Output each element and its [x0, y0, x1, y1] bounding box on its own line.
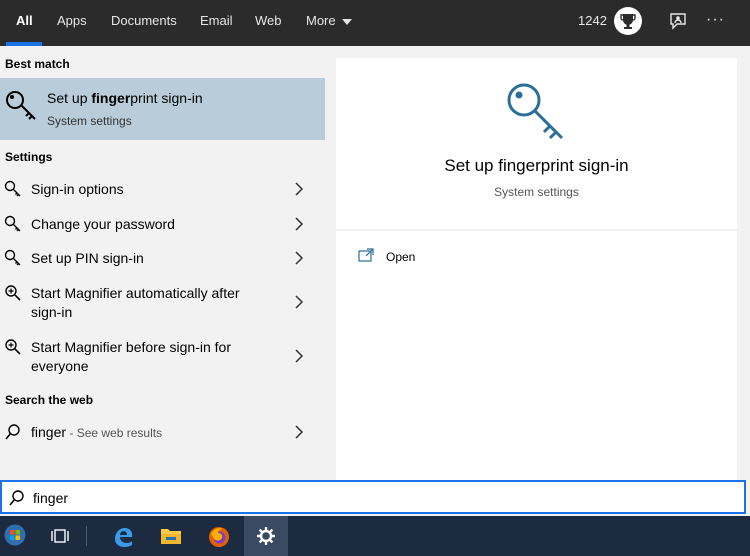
tab-more-label: More	[306, 13, 336, 28]
settings-item-magnifier-after-sign-in[interactable]: Start Magnifier automatically after sign…	[0, 280, 325, 324]
preview-divider	[336, 229, 737, 231]
best-match-title-highlight: finger	[91, 90, 131, 106]
preview-panel: Set up fingerprint sign-in System settin…	[336, 58, 737, 480]
windows-logo-icon	[4, 524, 26, 546]
taskbar-file-explorer[interactable]	[148, 516, 192, 556]
task-view-button[interactable]	[38, 516, 82, 556]
trophy-icon[interactable]	[614, 7, 642, 35]
taskbar-firefox[interactable]	[196, 516, 240, 556]
settings-item-label: Start Magnifier automatically after	[31, 285, 240, 301]
search-input[interactable]: finger	[33, 490, 68, 506]
preview-subtitle: System settings	[494, 185, 579, 199]
settings-item-pin-sign-in[interactable]: Set up PIN sign-in	[0, 245, 325, 271]
search-icon	[9, 490, 24, 506]
best-match-title: Set up fingerprint sign-in	[47, 90, 203, 106]
chevron-right-icon	[295, 349, 304, 363]
key-icon	[4, 249, 21, 266]
results-panel: Best match Set up fingerprint sign-in Sy…	[0, 46, 325, 480]
settings-item-label: Change your password	[31, 216, 175, 232]
feedback-icon[interactable]	[668, 11, 688, 31]
taskbar-edge[interactable]	[100, 516, 144, 556]
task-view-icon	[51, 529, 69, 543]
search-web-heading: Search the web	[5, 393, 94, 407]
tab-web[interactable]: Web	[255, 0, 282, 46]
tab-all[interactable]: All	[16, 0, 33, 46]
settings-item-magnifier-before-sign-in[interactable]: Start Magnifier before sign-in for every…	[0, 334, 325, 378]
settings-item-label-line2: sign-in	[31, 304, 73, 320]
tab-documents[interactable]: Documents	[111, 0, 177, 46]
best-match-title-suffix: print sign-in	[130, 90, 203, 106]
key-icon	[4, 88, 40, 122]
settings-item-label: Start Magnifier before sign-in for	[31, 339, 231, 355]
settings-item-label: Set up PIN sign-in	[31, 250, 144, 266]
settings-item-label-line2: everyone	[31, 358, 89, 374]
settings-item-sign-in-options[interactable]: Sign-in options	[0, 176, 325, 202]
web-result-text: finger - See web results	[31, 422, 162, 443]
taskbar-separator	[86, 526, 87, 546]
caret-down-icon	[341, 18, 352, 25]
chevron-right-icon	[295, 425, 304, 439]
search-filter-bar: All Apps Documents Email Web More 1242 ·…	[0, 0, 750, 46]
web-search-result[interactable]: finger - See web results	[0, 419, 325, 445]
web-results-hint: - See web results	[66, 426, 163, 440]
magnifier-icon	[5, 339, 21, 355]
settings-item-label: Sign-in options	[31, 181, 124, 197]
chevron-right-icon	[295, 251, 304, 265]
more-options-icon[interactable]: ···	[706, 0, 725, 40]
taskbar	[0, 516, 750, 556]
open-label: Open	[386, 250, 416, 264]
folder-icon	[161, 529, 181, 544]
open-icon	[358, 248, 374, 262]
chevron-right-icon	[295, 295, 304, 309]
tab-apps[interactable]: Apps	[57, 0, 87, 46]
settings-heading: Settings	[5, 150, 53, 164]
best-match-title-prefix: Set up	[47, 90, 92, 106]
edge-icon	[115, 528, 133, 547]
best-match-subtitle: System settings	[47, 114, 132, 128]
chevron-right-icon	[295, 217, 304, 231]
gear-icon	[257, 527, 275, 545]
key-icon	[4, 215, 21, 232]
chevron-right-icon	[295, 182, 304, 196]
tab-email[interactable]: Email	[200, 0, 233, 46]
key-icon	[4, 180, 21, 197]
taskbar-settings[interactable]	[244, 516, 288, 556]
firefox-icon	[209, 527, 229, 547]
tab-more[interactable]: More	[306, 0, 352, 46]
magnifier-icon	[5, 285, 21, 301]
web-query: finger	[31, 424, 67, 440]
key-large-icon	[507, 83, 564, 140]
open-action[interactable]: Open	[356, 248, 556, 270]
best-match-result[interactable]: Set up fingerprint sign-in System settin…	[0, 78, 325, 140]
search-box[interactable]: finger	[0, 480, 746, 514]
search-icon	[5, 424, 20, 440]
settings-item-change-password[interactable]: Change your password	[0, 211, 325, 237]
best-match-heading: Best match	[5, 57, 70, 71]
rewards-points: 1242	[578, 13, 607, 28]
preview-title: Set up fingerprint sign-in	[444, 156, 629, 175]
